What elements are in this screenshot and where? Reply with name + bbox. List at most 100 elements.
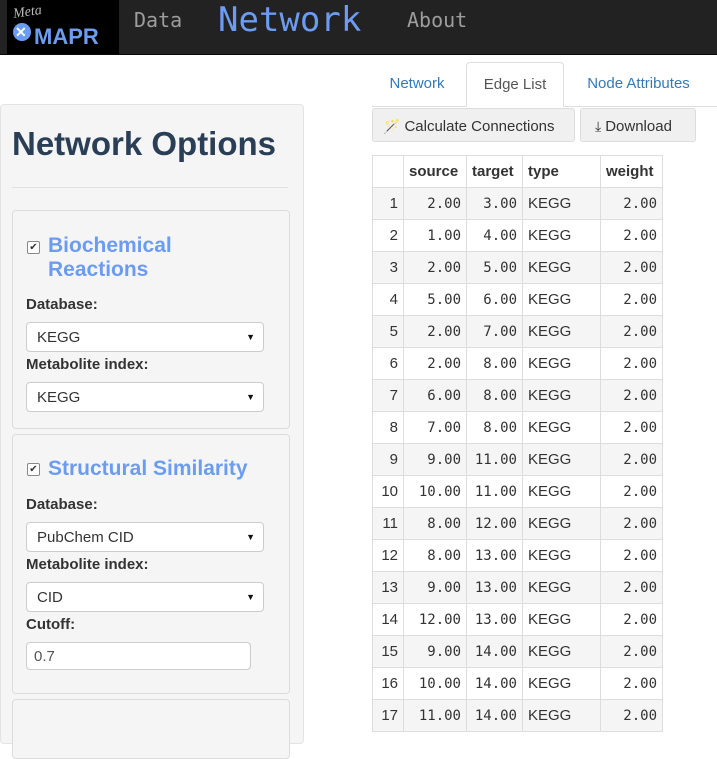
row-index: 6 bbox=[372, 347, 404, 380]
row-index: 11 bbox=[372, 507, 404, 540]
column-header-type[interactable]: type bbox=[522, 155, 601, 188]
weight-cell: 2.00 bbox=[600, 635, 663, 668]
source-cell: 12.00 bbox=[403, 603, 467, 636]
download-icon: ⤓ bbox=[595, 118, 602, 134]
row-index: 15 bbox=[372, 635, 404, 668]
type-cell: KEGG bbox=[522, 507, 601, 540]
table-row[interactable]: 9 9.00 11.00 KEGG 2.00 bbox=[372, 443, 663, 476]
tab-edge-list[interactable]: Edge List bbox=[466, 62, 564, 107]
source-cell: 9.00 bbox=[403, 635, 467, 668]
type-cell: KEGG bbox=[522, 315, 601, 348]
next-options-panel bbox=[12, 699, 290, 759]
weight-cell: 2.00 bbox=[600, 443, 663, 476]
structural-checkbox[interactable]: ✔ bbox=[27, 463, 40, 476]
magic-wand-icon: 🪄 bbox=[383, 118, 401, 134]
weight-cell: 2.00 bbox=[600, 603, 663, 636]
caret-down-icon: ▼ bbox=[246, 392, 255, 402]
source-cell: 7.00 bbox=[403, 411, 467, 444]
source-cell: 1.00 bbox=[403, 219, 467, 252]
table-row[interactable]: 7 6.00 8.00 KEGG 2.00 bbox=[372, 379, 663, 412]
source-cell: 2.00 bbox=[403, 315, 467, 348]
select-value: KEGG bbox=[37, 329, 81, 346]
weight-cell: 2.00 bbox=[600, 187, 663, 220]
source-cell: 2.00 bbox=[403, 347, 467, 380]
table-row[interactable]: 4 5.00 6.00 KEGG 2.00 bbox=[372, 283, 663, 316]
biochemical-checkbox[interactable]: ✔ bbox=[27, 241, 40, 254]
table-row[interactable]: 3 2.00 5.00 KEGG 2.00 bbox=[372, 251, 663, 284]
weight-cell: 2.00 bbox=[600, 539, 663, 572]
row-index: 14 bbox=[372, 603, 404, 636]
download-button[interactable]: ⤓ Download bbox=[580, 108, 696, 142]
calculate-label: Calculate Connections bbox=[404, 118, 555, 135]
weight-cell: 2.00 bbox=[600, 283, 663, 316]
metamapr-logo[interactable]: Meta ✕ MAPR bbox=[7, 0, 119, 54]
table-row[interactable]: 1 2.00 3.00 KEGG 2.00 bbox=[372, 187, 663, 220]
biochemical-database-select[interactable]: KEGG ▼ bbox=[26, 322, 264, 352]
row-index: 7 bbox=[372, 379, 404, 412]
target-cell: 13.00 bbox=[466, 539, 523, 572]
target-cell: 3.00 bbox=[466, 187, 523, 220]
nav-data-link[interactable]: Data bbox=[134, 0, 182, 40]
source-cell: 10.00 bbox=[403, 667, 467, 700]
nav-network-link[interactable]: Network bbox=[218, 0, 361, 42]
cutoff-label: Cutoff: bbox=[26, 616, 76, 633]
main-tabs: Network Edge List Node Attributes bbox=[372, 62, 717, 107]
target-cell: 11.00 bbox=[466, 475, 523, 508]
table-row[interactable]: 16 10.00 14.00 KEGG 2.00 bbox=[372, 667, 663, 700]
row-index: 8 bbox=[372, 411, 404, 444]
table-row[interactable]: 15 9.00 14.00 KEGG 2.00 bbox=[372, 635, 663, 668]
tab-node-attributes[interactable]: Node Attributes bbox=[572, 62, 705, 106]
source-cell: 9.00 bbox=[403, 443, 467, 476]
column-header-weight[interactable]: weight bbox=[600, 155, 663, 188]
weight-cell: 2.00 bbox=[600, 315, 663, 348]
source-cell: 2.00 bbox=[403, 251, 467, 284]
tab-network[interactable]: Network bbox=[372, 62, 462, 106]
calculate-connections-button[interactable]: 🪄 Calculate Connections bbox=[372, 108, 575, 142]
type-cell: KEGG bbox=[522, 187, 601, 220]
row-index: 3 bbox=[372, 251, 404, 284]
table-header-row: source target type weight bbox=[372, 155, 663, 188]
source-cell: 10.00 bbox=[403, 475, 467, 508]
source-cell: 8.00 bbox=[403, 539, 467, 572]
table-row[interactable]: 14 12.00 13.00 KEGG 2.00 bbox=[372, 603, 663, 636]
type-cell: KEGG bbox=[522, 283, 601, 316]
type-cell: KEGG bbox=[522, 379, 601, 412]
table-row[interactable]: 10 10.00 11.00 KEGG 2.00 bbox=[372, 475, 663, 508]
type-cell: KEGG bbox=[522, 251, 601, 284]
cutoff-input[interactable]: 0.7 bbox=[26, 642, 251, 670]
table-row[interactable]: 5 2.00 7.00 KEGG 2.00 bbox=[372, 315, 663, 348]
table-row[interactable]: 13 9.00 13.00 KEGG 2.00 bbox=[372, 571, 663, 604]
structural-title: Structural Similarity bbox=[48, 457, 248, 480]
source-cell: 8.00 bbox=[403, 507, 467, 540]
table-row[interactable]: 2 1.00 4.00 KEGG 2.00 bbox=[372, 219, 663, 252]
weight-cell: 2.00 bbox=[600, 667, 663, 700]
nav-about-link[interactable]: About bbox=[407, 0, 467, 40]
biochemical-index-select[interactable]: KEGG ▼ bbox=[26, 382, 264, 412]
divider bbox=[12, 187, 288, 188]
type-cell: KEGG bbox=[522, 667, 601, 700]
table-row[interactable]: 8 7.00 8.00 KEGG 2.00 bbox=[372, 411, 663, 444]
biochemical-index-label: Metabolite index: bbox=[26, 356, 149, 373]
source-cell: 5.00 bbox=[403, 283, 467, 316]
table-row[interactable]: 11 8.00 12.00 KEGG 2.00 bbox=[372, 507, 663, 540]
structural-index-select[interactable]: CID ▼ bbox=[26, 582, 264, 612]
row-index: 10 bbox=[372, 475, 404, 508]
table-row[interactable]: 12 8.00 13.00 KEGG 2.00 bbox=[372, 539, 663, 572]
target-cell: 5.00 bbox=[466, 251, 523, 284]
caret-down-icon: ▼ bbox=[246, 592, 255, 602]
table-row[interactable]: 6 2.00 8.00 KEGG 2.00 bbox=[372, 347, 663, 380]
type-cell: KEGG bbox=[522, 475, 601, 508]
target-cell: 13.00 bbox=[466, 571, 523, 604]
network-options-sidebar: Network Options ✔ Biochemical Reactions … bbox=[0, 104, 304, 759]
source-cell: 9.00 bbox=[403, 571, 467, 604]
structural-database-select[interactable]: PubChem CID ▼ bbox=[26, 522, 264, 552]
row-index: 13 bbox=[372, 571, 404, 604]
column-header-source[interactable]: source bbox=[403, 155, 467, 188]
column-header-index[interactable] bbox=[372, 155, 404, 188]
column-header-target[interactable]: target bbox=[466, 155, 523, 188]
cutoff-value: 0.7 bbox=[34, 648, 55, 665]
type-cell: KEGG bbox=[522, 411, 601, 444]
svg-text:✕: ✕ bbox=[15, 24, 27, 40]
select-value: CID bbox=[37, 589, 63, 606]
type-cell: KEGG bbox=[522, 539, 601, 572]
